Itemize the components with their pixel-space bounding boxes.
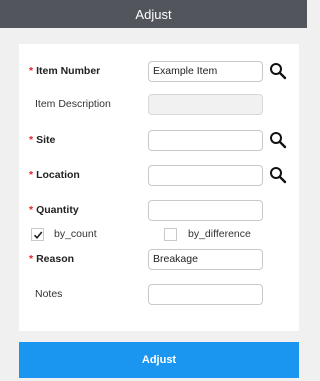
by-count-label: by_count bbox=[54, 228, 97, 240]
required-marker: * bbox=[29, 253, 34, 265]
adjust-button-label: Adjust bbox=[141, 354, 177, 366]
item-number-field[interactable]: Example Item bbox=[148, 60, 263, 82]
site-field[interactable] bbox=[148, 129, 263, 151]
reason-row: * Reason Breakage bbox=[19, 247, 299, 271]
by-difference-checkbox[interactable] bbox=[164, 228, 177, 241]
location-row: * Location bbox=[19, 163, 299, 187]
required-marker: * bbox=[29, 169, 34, 181]
required-marker: * bbox=[29, 134, 34, 146]
by-count-checkbox[interactable] bbox=[31, 228, 44, 241]
item-number-label: * Item Number bbox=[29, 65, 101, 77]
notes-field[interactable] bbox=[148, 283, 263, 305]
required-marker: * bbox=[29, 65, 34, 77]
site-row: * Site bbox=[19, 128, 299, 152]
search-icon[interactable] bbox=[269, 166, 287, 184]
site-label: * Site bbox=[29, 134, 56, 146]
checkmark-icon bbox=[33, 230, 42, 239]
search-icon[interactable] bbox=[269, 131, 287, 149]
search-icon[interactable] bbox=[269, 62, 287, 80]
page-title: Adjust bbox=[135, 6, 172, 22]
reason-label: * Reason bbox=[29, 253, 75, 265]
reason-field[interactable]: Breakage bbox=[148, 248, 263, 270]
item-description-label: Item Description bbox=[35, 98, 111, 110]
adjust-form: * Item Number Example Item Item Descripti… bbox=[19, 44, 299, 331]
location-field[interactable] bbox=[148, 164, 263, 186]
item-description-field bbox=[148, 93, 263, 115]
quantity-field[interactable] bbox=[148, 199, 263, 221]
item-description-row: Item Description bbox=[19, 92, 299, 116]
required-marker: * bbox=[29, 204, 34, 216]
notes-label: Notes bbox=[35, 288, 63, 300]
quantity-row: * Quantity bbox=[19, 198, 299, 222]
adjust-button[interactable]: Adjust bbox=[19, 342, 299, 378]
notes-row: Notes bbox=[19, 282, 299, 306]
quantity-label: * Quantity bbox=[29, 204, 79, 216]
app-header: Adjust bbox=[0, 0, 307, 28]
item-number-row: * Item Number Example Item bbox=[19, 59, 299, 83]
location-label: * Location bbox=[29, 169, 80, 181]
by-difference-label: by_difference bbox=[188, 228, 251, 240]
